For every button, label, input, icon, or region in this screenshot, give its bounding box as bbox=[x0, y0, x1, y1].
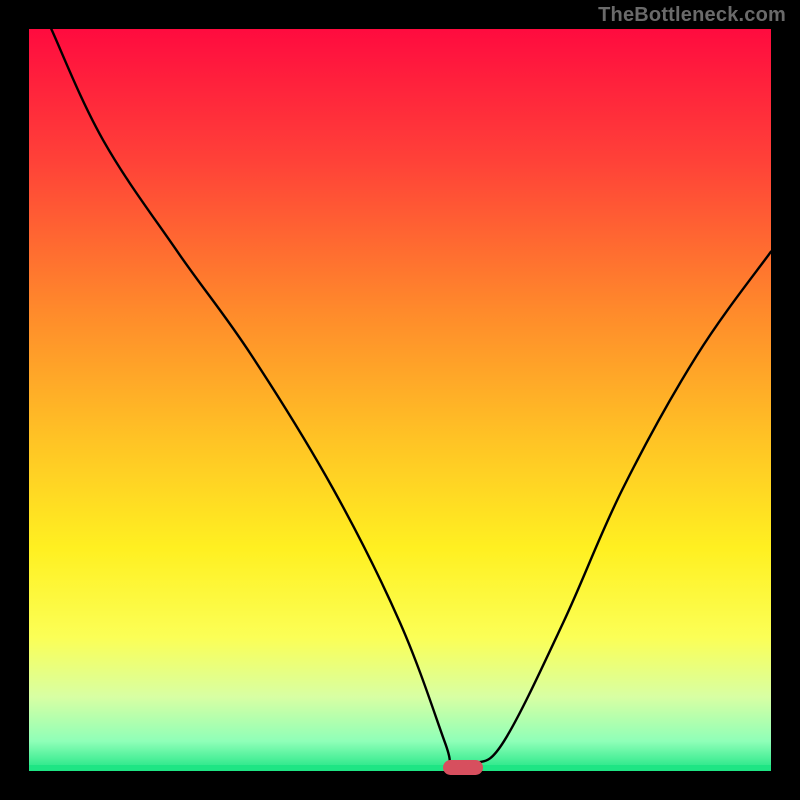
chart-frame: TheBottleneck.com bbox=[0, 0, 800, 800]
gradient-background bbox=[29, 29, 771, 771]
watermark-text: TheBottleneck.com bbox=[598, 4, 786, 27]
plot-area bbox=[29, 29, 771, 771]
baseline-strip bbox=[29, 765, 771, 771]
optimal-marker bbox=[443, 760, 484, 775]
gradient-plot bbox=[29, 29, 771, 771]
